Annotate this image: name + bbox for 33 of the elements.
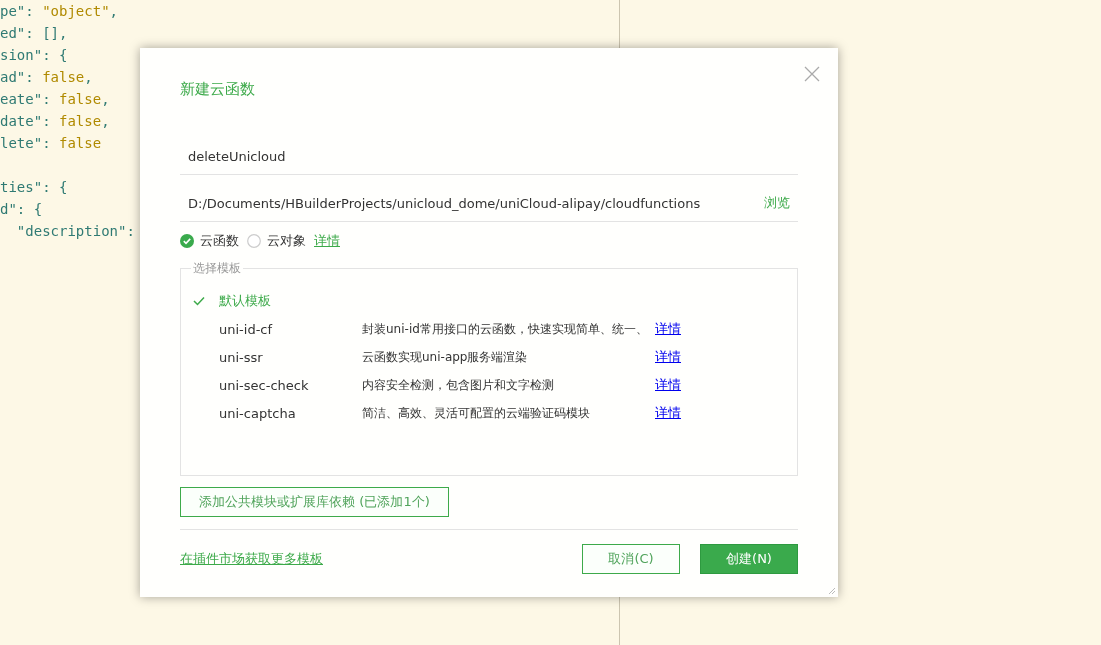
radio-button[interactable] xyxy=(180,234,194,248)
code-line: pe": "object", xyxy=(0,3,119,19)
resize-grip-icon[interactable] xyxy=(828,587,836,595)
details-link[interactable]: 详情 xyxy=(655,348,681,366)
path-field[interactable]: D:/Documents/HBuilderProjects/unicloud_dome/uniCloud-alipay/cloudfunctions xyxy=(188,195,764,211)
dialog-title: 新建云函数 xyxy=(180,79,256,99)
name-field[interactable]: deleteUnicloud xyxy=(188,148,798,164)
template-description: 简洁、高效、灵活可配置的云端验证码模块 xyxy=(362,404,591,422)
code-line: "description": xyxy=(15,223,135,239)
details-link[interactable]: 详情 xyxy=(655,404,681,422)
code-line: ed": [], xyxy=(0,25,68,41)
check-icon xyxy=(193,296,205,306)
code-line: d": { xyxy=(0,201,43,217)
code-line: eate": false, xyxy=(0,91,110,107)
panel-legend: 选择模板 xyxy=(191,260,243,277)
radio-label: 云对象 xyxy=(267,232,306,250)
template-name[interactable]: uni-ssr xyxy=(219,349,362,365)
template-description: 云函数实现uni-app服务端渲染 xyxy=(362,348,529,366)
radio-button[interactable] xyxy=(247,234,261,248)
code-line: lete": false xyxy=(0,135,102,151)
template-name[interactable]: uni-sec-check xyxy=(219,377,362,393)
details-link[interactable]: 详情 xyxy=(655,320,681,338)
code-line: date": false, xyxy=(0,113,110,129)
template-name[interactable]: uni-id-cf xyxy=(219,321,362,337)
code-line: ad": false, xyxy=(0,69,93,85)
template-name[interactable]: uni-captcha xyxy=(219,405,362,421)
radio-label: 云函数 xyxy=(200,232,239,250)
code-line: ties": { xyxy=(0,179,68,195)
template-description: 封装uni-id常用接口的云函数，快速实现简单、统一、 xyxy=(362,320,649,338)
close-icon[interactable] xyxy=(804,66,820,82)
code-line: sion": { xyxy=(0,47,68,63)
details-link[interactable]: 详情 xyxy=(655,376,681,394)
template-description: 内容安全检测，包含图片和文字检测 xyxy=(362,376,555,394)
